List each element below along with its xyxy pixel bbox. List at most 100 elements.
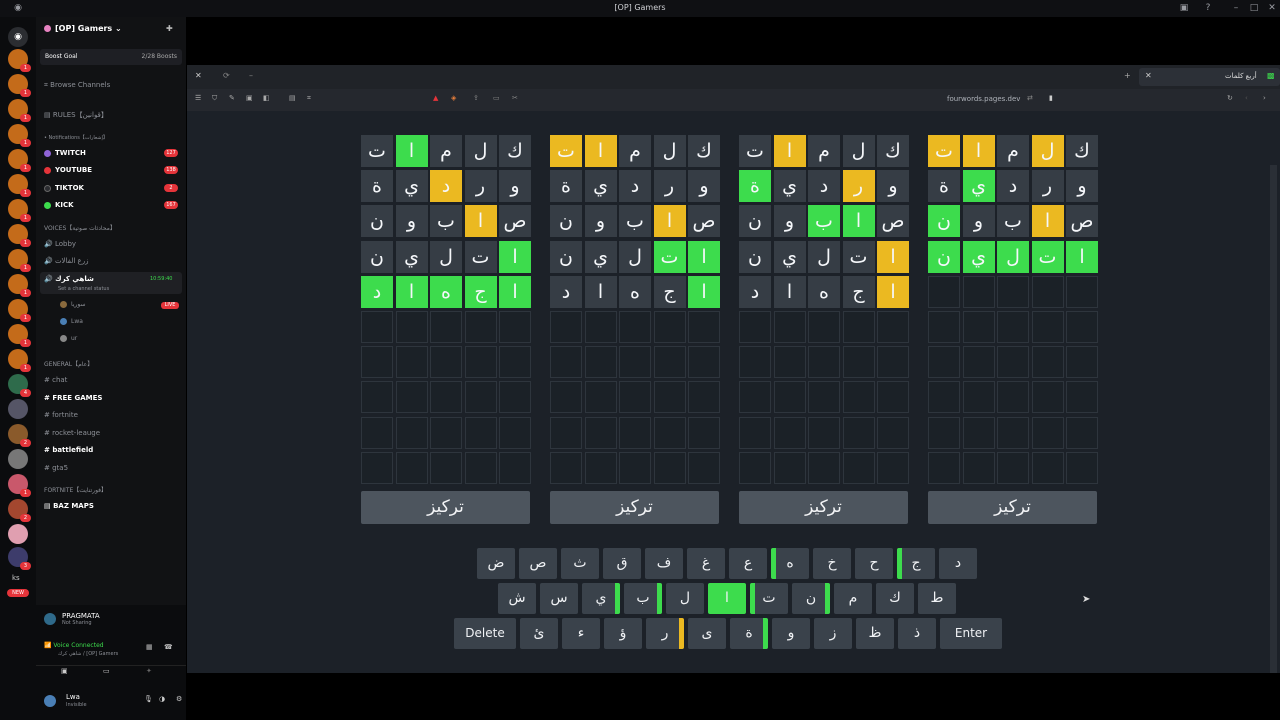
back-icon[interactable]: ‹ [1245,94,1248,102]
letter-key[interactable]: د [939,548,977,579]
channel-twitch[interactable]: TWITCH [44,146,86,160]
letter-key[interactable]: ط [918,583,956,614]
camera-icon[interactable]: ▣ [61,667,68,675]
letter-key[interactable]: ح [855,548,893,579]
focus-board-1-button[interactable]: تركيز [361,491,530,524]
server-icon[interactable]: 1 [8,249,31,272]
letter-key[interactable]: ت [750,583,788,614]
server-icon[interactable]: 1 [8,99,31,122]
reload-icon[interactable]: ⟳ [223,71,230,80]
letter-key[interactable]: و [772,618,810,649]
server-icon[interactable]: 1 [8,474,31,497]
letter-key[interactable]: ذ [898,618,936,649]
voices-category[interactable]: VOICES【محادثات صوتية】 [44,222,116,236]
channel-youtube[interactable]: YOUTUBE [44,163,92,177]
scrollbar[interactable] [1270,165,1277,673]
letter-key[interactable]: ؤ [604,618,642,649]
translate-icon[interactable]: ⇄ [1027,94,1033,102]
letter-key[interactable]: ص [519,548,557,579]
channel-battlefield[interactable]: # battlefield [44,443,93,457]
delete-key[interactable]: Delete [454,618,516,649]
brave-icon[interactable]: ◈ [451,94,456,102]
minimize-tab-icon[interactable]: – [249,71,253,80]
server-icon[interactable]: 1 [8,324,31,347]
inbox-icon[interactable]: ▣ [1178,2,1190,14]
server-icon[interactable]: 1 [8,149,31,172]
avatar[interactable] [44,695,56,707]
refresh-icon[interactable]: ↻ [1227,94,1233,102]
letter-key[interactable]: ف [645,548,683,579]
menu-icon[interactable]: ☰ [195,94,201,102]
letter-key[interactable]: ن [792,583,830,614]
screen-share-icon[interactable]: ▭ [103,667,110,675]
channel-chat[interactable]: # chat [44,373,67,387]
letter-key[interactable]: غ [687,548,725,579]
add-friend-icon[interactable]: ✚ [166,24,173,33]
letter-key[interactable]: ق [603,548,641,579]
letter-key[interactable]: ة [730,618,768,649]
voice-member[interactable]: Lwa [60,315,83,329]
server-icon[interactable]: 1 [8,299,31,322]
server-icon[interactable] [8,399,28,419]
letter-key[interactable]: ظ [856,618,894,649]
notifications-channel[interactable]: • Notifications【إشعارات】 [44,131,108,145]
new-tab-icon[interactable]: + [1124,71,1131,80]
server-icon[interactable]: 2 [8,499,31,522]
voice-member[interactable]: ur [60,332,77,346]
letter-key[interactable]: م [834,583,872,614]
settings-gear-icon[interactable]: ⚙ [176,695,182,703]
home-icon[interactable]: ◉ [8,27,28,47]
server-icon[interactable]: 3 [8,547,31,570]
bookmark-icon[interactable]: ▮ [1049,94,1053,102]
warning-icon[interactable]: ▲ [433,94,438,102]
voice-connected-sub[interactable]: شاهي كرك / [OP] Gamers [58,651,118,657]
minimize-icon[interactable]: – [1230,2,1242,14]
share-icon[interactable]: ⇪ [473,94,479,102]
voice-connected-status[interactable]: 📶 Voice Connected [44,642,104,649]
channel-status-prompt[interactable]: Set a channel status [58,286,109,292]
headphones-icon[interactable]: ◑ [159,695,165,703]
letter-key[interactable]: ى [688,618,726,649]
general-category[interactable]: GENERAL【عام】 [44,358,93,372]
maximize-icon[interactable]: □ [1248,2,1260,14]
letter-key[interactable]: ه [771,548,809,579]
screenshot-icon[interactable]: ▣ [246,94,253,102]
active-voice-name[interactable]: 🔊 شاهي كرك [44,272,94,286]
server-icon[interactable]: 4 [8,374,31,397]
tools-icon[interactable]: ✂ [512,94,518,102]
letter-key[interactable]: س [540,583,578,614]
letter-key[interactable]: ث [561,548,599,579]
channel-gta[interactable]: # gta5 [44,461,68,475]
server-icon[interactable]: 1 [8,49,31,72]
pin-icon[interactable]: ✎ [229,94,235,102]
server-icon[interactable]: 2 [8,424,31,447]
activities-icon[interactable]: ✦ [146,667,152,675]
noise-suppression-icon[interactable]: ▦ [146,643,153,651]
letter-key[interactable]: خ [813,548,851,579]
letter-key[interactable]: ي [582,583,620,614]
address-bar[interactable]: fourwords.pages.dev [947,95,1020,103]
server-icon[interactable]: 1 [8,224,31,247]
letter-key[interactable]: ع [729,548,767,579]
rules-channel[interactable]: ▤ RULES【قوانين】 [44,108,108,122]
letter-key[interactable]: ئ [520,618,558,649]
channel-free-games[interactable]: # FREE GAMES [44,391,102,405]
forward-icon[interactable]: › [1263,94,1266,102]
letter-key[interactable]: ش [498,583,536,614]
letter-key[interactable]: ب [624,583,662,614]
close-window-icon[interactable]: ✕ [1266,2,1278,14]
channel-kick[interactable]: KICK [44,198,74,212]
rail-ks-label[interactable]: ks [12,574,20,582]
focus-board-3-button[interactable]: تركيز [739,491,908,524]
server-header[interactable]: [OP] Gamers ⌄ ✚ [36,17,186,42]
focus-board-2-button[interactable]: تركيز [550,491,719,524]
enter-key[interactable]: Enter [940,618,1002,649]
server-icon[interactable]: 1 [8,124,31,147]
server-icon[interactable] [8,524,28,544]
sidebar-icon[interactable]: ◧ [263,94,270,102]
letter-key[interactable]: ج [897,548,935,579]
letter-key[interactable]: ز [814,618,852,649]
extension-icon[interactable]: ⌗ [307,94,311,103]
server-icon[interactable]: 1 [8,274,31,297]
server-icon[interactable] [8,449,28,469]
